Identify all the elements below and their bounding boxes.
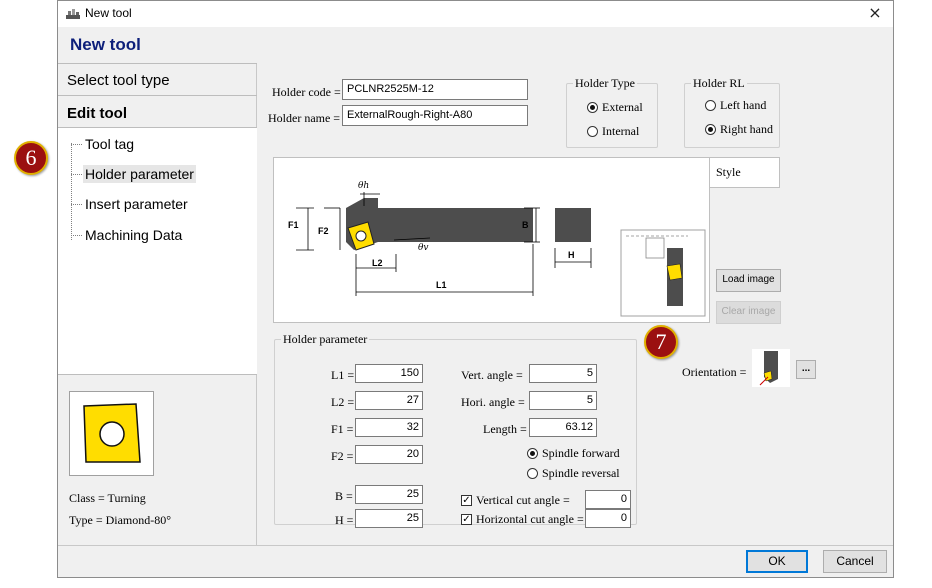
app-icon	[66, 9, 80, 19]
edit-tool-tree: Tool tag Holder parameter Insert paramet…	[58, 127, 257, 375]
holder-diagram: F1 F2 B H L2 L1 θh θv	[273, 157, 710, 323]
new-tool-dialog: New tool × New tool Select tool type Edi…	[57, 0, 894, 578]
length-label: Length =	[483, 422, 527, 436]
f1-input[interactable]: 32	[355, 418, 423, 437]
horizontal-cut-angle-input[interactable]: 0	[585, 509, 631, 528]
nav-edit-tool[interactable]: Edit tool	[67, 105, 127, 122]
dim-label-l1: L1	[436, 280, 447, 290]
title-bar: New tool ×	[58, 1, 893, 27]
tree-item-label: Machining Data	[85, 227, 183, 243]
holder-parameter-panel: Holder code = PCLNR2525M-12 Holder name …	[258, 63, 894, 545]
holder-type-title: Holder Type	[573, 76, 637, 91]
style-box[interactable]: Style	[709, 157, 780, 188]
orientation-preview	[752, 349, 790, 387]
h-input[interactable]: 25	[355, 509, 423, 528]
holder-name-label: Holder name =	[268, 111, 341, 125]
divider	[58, 95, 257, 96]
f2-label: F2 =	[331, 449, 354, 463]
length-input[interactable]: 63.12	[529, 418, 597, 437]
vertical-cut-angle-input[interactable]: 0	[585, 490, 631, 509]
dim-label-b: B	[522, 220, 529, 230]
tree-item-label: Tool tag	[85, 136, 135, 152]
holder-rl-title: Holder RL	[691, 76, 747, 91]
ok-button[interactable]: OK	[746, 550, 808, 573]
insert-preview	[69, 391, 154, 476]
holder-code-label: Holder code =	[272, 85, 341, 99]
tree-item-label: Insert parameter	[85, 196, 188, 212]
orientation-more-button[interactable]: ...	[796, 360, 816, 379]
holder-type-group: Holder Type External Internal	[566, 76, 658, 148]
vert-angle-label: Vert. angle =	[461, 368, 523, 382]
orientation-holder-icon	[759, 351, 778, 386]
holder-dimension-drawing: F1 F2 B H L2 L1 θh θv	[288, 181, 706, 317]
divider	[58, 545, 893, 546]
page-title: New tool	[70, 35, 141, 54]
tree-item-machining-data[interactable]: Machining Data	[71, 223, 251, 247]
vert-angle-input[interactable]: 5	[529, 364, 597, 383]
cancel-button[interactable]: Cancel	[823, 550, 887, 573]
tree-item-insert-parameter[interactable]: Insert parameter	[71, 192, 251, 216]
clear-image-button[interactable]: Clear image	[716, 301, 781, 324]
dim-label-theta-v: θv	[418, 243, 429, 253]
dim-label-l2: L2	[372, 258, 383, 268]
h-label: H =	[335, 513, 354, 527]
l2-label: L2 =	[331, 395, 355, 409]
load-image-button[interactable]: Load image	[716, 269, 781, 292]
hori-angle-input[interactable]: 5	[529, 391, 597, 410]
dim-label-h: H	[568, 250, 575, 260]
divider	[58, 63, 257, 64]
orientation-label: Orientation =	[682, 365, 747, 379]
holder-rl-group: Holder RL Left hand Right hand	[684, 76, 780, 148]
l1-label: L1 =	[331, 368, 355, 382]
holder-name-input[interactable]: ExternalRough-Right-A80	[342, 105, 528, 126]
holder-parameter-group: Holder parameter L1 = 150 L2 = 27 F1 = 3…	[274, 332, 637, 528]
f2-input[interactable]: 20	[355, 445, 423, 464]
hori-angle-label: Hori. angle =	[461, 395, 525, 409]
tree-item-tool-tag[interactable]: Tool tag	[71, 132, 251, 156]
nav-select-tool-type[interactable]: Select tool type	[67, 72, 170, 89]
dim-label-f2: F2	[318, 226, 329, 236]
tree-item-holder-parameter[interactable]: Holder parameter	[71, 162, 251, 186]
insert-class: Class = Turning	[69, 491, 146, 505]
l1-input[interactable]: 150	[355, 364, 423, 383]
dim-label-f1: F1	[288, 220, 299, 230]
dim-label-theta-h: θh	[358, 181, 369, 191]
f1-label: F1 =	[331, 422, 354, 436]
l2-input[interactable]: 27	[355, 391, 423, 410]
holder-parameter-title: Holder parameter	[281, 332, 370, 347]
tree-item-label: Holder parameter	[83, 165, 196, 183]
holder-code-input[interactable]: PCLNR2525M-12	[342, 79, 528, 100]
insert-type: Type = Diamond-80°	[69, 513, 172, 527]
annotation-badge-6: 6	[14, 141, 48, 175]
close-button[interactable]: ×	[857, 1, 893, 27]
insert-diamond-icon	[83, 403, 141, 463]
annotation-badge-7: 7	[644, 325, 678, 359]
b-input[interactable]: 25	[355, 485, 423, 504]
b-label: B =	[335, 489, 353, 503]
window-title: New tool	[85, 6, 132, 20]
left-panel: Select tool type Edit tool Tool tag Hold…	[58, 63, 257, 545]
